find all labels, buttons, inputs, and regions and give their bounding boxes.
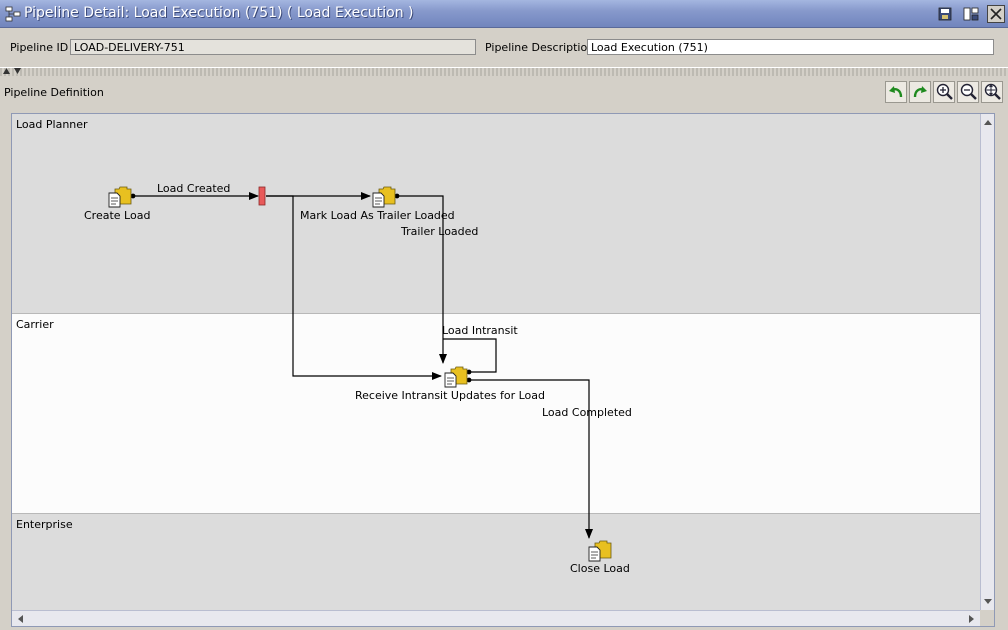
- panel-splitter[interactable]: [0, 67, 1008, 76]
- transaction-node-icon[interactable]: [587, 538, 613, 562]
- scroll-down-icon[interactable]: [981, 594, 995, 608]
- switch-view-icon[interactable]: [963, 6, 979, 22]
- pipeline-canvas[interactable]: Load Planner Carrier Enterprise Create L…: [11, 113, 995, 627]
- pipeline-header: Pipeline ID LOAD-DELIVERY-751 Pipeline D…: [0, 29, 1008, 67]
- edge-label: Load Intransit: [442, 324, 518, 337]
- close-icon[interactable]: [987, 5, 1005, 23]
- horizontal-scrollbar[interactable]: [12, 610, 980, 626]
- collapse-up-icon[interactable]: [3, 68, 10, 74]
- zoom-out-icon: [960, 83, 977, 100]
- node-label: Receive Intransit Updates for Load: [355, 389, 545, 402]
- collapse-down-icon[interactable]: [14, 68, 21, 74]
- node-label: Mark Load As Trailer Loaded: [300, 209, 455, 222]
- transaction-node-icon[interactable]: [107, 184, 133, 208]
- scroll-up-icon[interactable]: [981, 116, 995, 130]
- pipeline-description-label: Pipeline Description: [485, 41, 595, 54]
- edge-label: Load Created: [157, 182, 231, 195]
- transaction-node-icon[interactable]: [443, 364, 469, 388]
- gate-marker[interactable]: [258, 186, 266, 206]
- zoom-in-button[interactable]: [933, 81, 955, 103]
- undo-icon: [889, 86, 903, 98]
- scroll-left-icon[interactable]: [14, 612, 28, 626]
- zoom-fit-icon: [984, 83, 1001, 100]
- pipeline-description-field[interactable]: Load Execution (751): [587, 39, 994, 55]
- pipeline-id-field[interactable]: LOAD-DELIVERY-751: [70, 39, 476, 55]
- section-title: Pipeline Definition: [4, 86, 104, 99]
- node-label: Create Load: [84, 209, 151, 222]
- undo-button[interactable]: [885, 81, 907, 103]
- edge-gate-to-receive[interactable]: [266, 195, 442, 380]
- pipeline-icon: [5, 6, 21, 22]
- zoom-out-button[interactable]: [957, 81, 979, 103]
- vertical-scrollbar[interactable]: [980, 114, 995, 610]
- redo-button[interactable]: [909, 81, 931, 103]
- scroll-corner: [980, 610, 994, 626]
- window-title: Pipeline Detail: Load Execution (751) ( …: [24, 5, 414, 21]
- scroll-right-icon[interactable]: [964, 612, 978, 626]
- edge-load-completed[interactable]: [469, 379, 593, 539]
- pipeline-id-label: Pipeline ID: [10, 41, 69, 54]
- transaction-node-icon[interactable]: [371, 184, 397, 208]
- save-icon[interactable]: [937, 6, 953, 22]
- redo-icon: [913, 86, 927, 98]
- node-label: Close Load: [570, 562, 630, 575]
- zoom-in-icon: [936, 83, 953, 100]
- zoom-fit-button[interactable]: [981, 81, 1003, 103]
- edge-label: Load Completed: [542, 406, 632, 419]
- window-title-bar: Pipeline Detail: Load Execution (751) ( …: [0, 0, 1008, 28]
- edge-label: Trailer Loaded: [401, 225, 479, 238]
